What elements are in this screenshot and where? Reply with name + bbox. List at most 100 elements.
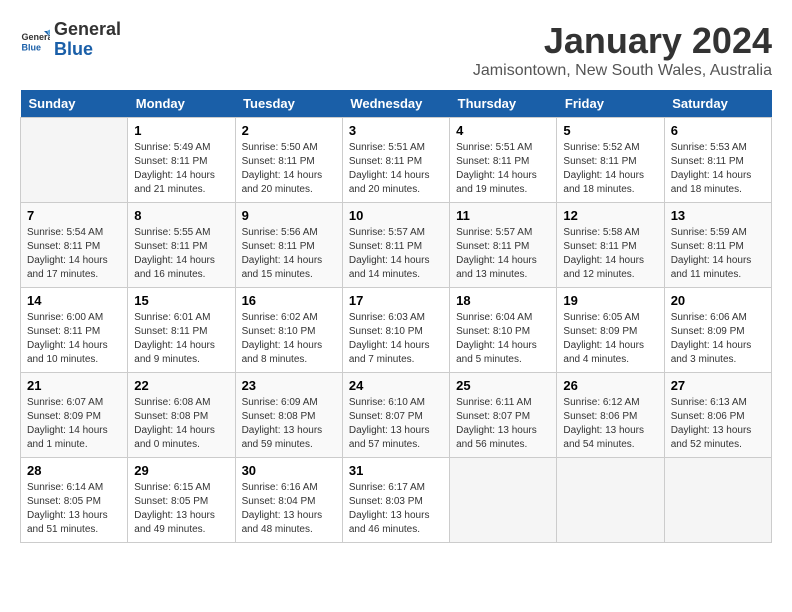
day-number: 8 [134, 208, 228, 223]
day-of-week-header: Thursday [450, 90, 557, 118]
calendar-body: 1Sunrise: 5:49 AM Sunset: 8:11 PM Daylig… [21, 118, 772, 543]
day-number: 9 [242, 208, 336, 223]
day-info: Sunrise: 6:06 AM Sunset: 8:09 PM Dayligh… [671, 311, 765, 367]
calendar-day-cell: 18 Sunrise: 6:04 AM Sunset: 8:10 PM Dayli… [450, 288, 557, 373]
svg-text:General: General [22, 32, 51, 42]
day-number: 14 [27, 293, 121, 308]
day-info: Sunrise: 5:54 AM Sunset: 8:11 PM Dayligh… [27, 226, 121, 282]
calendar-day-cell: 24 Sunrise: 6:10 AM Sunset: 8:07 PM Dayli… [342, 373, 449, 458]
day-info: Sunrise: 6:04 AM Sunset: 8:10 PM Dayligh… [456, 311, 550, 367]
calendar-day-cell: 30Sunrise: 6:16 AM Sunset: 8:04 PM Dayli… [235, 458, 342, 543]
day-number: 18 [456, 293, 550, 308]
day-number: 22 [134, 378, 228, 393]
calendar-day-cell: 14Sunrise: 6:00 AM Sunset: 8:11 PM Dayli… [21, 288, 128, 373]
day-number: 4 [456, 123, 550, 138]
day-info: Sunrise: 6:13 AM Sunset: 8:06 PM Dayligh… [671, 396, 765, 452]
calendar-day-cell: 3Sunrise: 5:51 AM Sunset: 8:11 PM Daylig… [342, 118, 449, 203]
day-number: 11 [456, 208, 550, 223]
day-number: 28 [27, 463, 121, 478]
calendar-day-cell: 19 Sunrise: 6:05 AM Sunset: 8:09 PM Dayli… [557, 288, 664, 373]
calendar-day-cell: 16 Sunrise: 6:02 AM Sunset: 8:10 PM Dayli… [235, 288, 342, 373]
title-section: January 2024 Jamisontown, New South Wale… [473, 20, 772, 80]
day-number: 16 [242, 293, 336, 308]
day-info: Sunrise: 5:56 AM Sunset: 8:11 PM Dayligh… [242, 226, 336, 282]
day-info: Sunrise: 6:02 AM Sunset: 8:10 PM Dayligh… [242, 311, 336, 367]
day-number: 1 [134, 123, 228, 138]
day-info: Sunrise: 5:57 AM Sunset: 8:11 PM Dayligh… [349, 226, 443, 282]
calendar-week-row: 21 Sunrise: 6:07 AM Sunset: 8:09 PM Dayli… [21, 373, 772, 458]
logo-icon: General Blue [20, 25, 50, 55]
calendar-day-cell: 23Sunrise: 6:09 AM Sunset: 8:08 PM Dayli… [235, 373, 342, 458]
day-number: 19 [563, 293, 657, 308]
day-info: Sunrise: 6:07 AM Sunset: 8:09 PM Dayligh… [27, 396, 121, 452]
day-info: Sunrise: 6:01 AM Sunset: 8:11 PM Dayligh… [134, 311, 228, 367]
calendar-day-cell: 20Sunrise: 6:06 AM Sunset: 8:09 PM Dayli… [664, 288, 771, 373]
svg-text:Blue: Blue [22, 42, 42, 52]
calendar-week-row: 14Sunrise: 6:00 AM Sunset: 8:11 PM Dayli… [21, 288, 772, 373]
calendar-day-cell: 6 Sunrise: 5:53 AM Sunset: 8:11 PM Daylig… [664, 118, 771, 203]
calendar-day-cell: 7 Sunrise: 5:54 AM Sunset: 8:11 PM Daylig… [21, 203, 128, 288]
day-number: 24 [349, 378, 443, 393]
day-info: Sunrise: 6:08 AM Sunset: 8:08 PM Dayligh… [134, 396, 228, 452]
calendar-week-row: 28Sunrise: 6:14 AM Sunset: 8:05 PM Dayli… [21, 458, 772, 543]
calendar-day-cell: 13 Sunrise: 5:59 AM Sunset: 8:11 PM Dayli… [664, 203, 771, 288]
calendar-day-cell: 1Sunrise: 5:49 AM Sunset: 8:11 PM Daylig… [128, 118, 235, 203]
day-number: 13 [671, 208, 765, 223]
calendar-day-cell [450, 458, 557, 543]
day-number: 7 [27, 208, 121, 223]
day-number: 2 [242, 123, 336, 138]
day-info: Sunrise: 5:53 AM Sunset: 8:11 PM Dayligh… [671, 141, 765, 197]
calendar-day-cell: 22 Sunrise: 6:08 AM Sunset: 8:08 PM Dayli… [128, 373, 235, 458]
calendar-day-cell: 28Sunrise: 6:14 AM Sunset: 8:05 PM Dayli… [21, 458, 128, 543]
calendar-day-cell: 2 Sunrise: 5:50 AM Sunset: 8:11 PM Daylig… [235, 118, 342, 203]
day-info: Sunrise: 6:05 AM Sunset: 8:09 PM Dayligh… [563, 311, 657, 367]
day-number: 12 [563, 208, 657, 223]
day-number: 15 [134, 293, 228, 308]
day-info: Sunrise: 5:50 AM Sunset: 8:11 PM Dayligh… [242, 141, 336, 197]
day-number: 27 [671, 378, 765, 393]
calendar-day-cell: 29 Sunrise: 6:15 AM Sunset: 8:05 PM Dayli… [128, 458, 235, 543]
day-info: Sunrise: 6:11 AM Sunset: 8:07 PM Dayligh… [456, 396, 550, 452]
calendar-subtitle: Jamisontown, New South Wales, Australia [473, 62, 772, 80]
calendar-title: January 2024 [473, 20, 772, 62]
calendar-day-cell: 4 Sunrise: 5:51 AM Sunset: 8:11 PM Daylig… [450, 118, 557, 203]
calendar-day-cell: 25Sunrise: 6:11 AM Sunset: 8:07 PM Dayli… [450, 373, 557, 458]
calendar-table: SundayMondayTuesdayWednesdayThursdayFrid… [20, 90, 772, 543]
day-of-week-header: Monday [128, 90, 235, 118]
day-number: 29 [134, 463, 228, 478]
day-number: 30 [242, 463, 336, 478]
day-number: 5 [563, 123, 657, 138]
calendar-day-cell: 9 Sunrise: 5:56 AM Sunset: 8:11 PM Daylig… [235, 203, 342, 288]
day-number: 26 [563, 378, 657, 393]
calendar-day-cell: 27 Sunrise: 6:13 AM Sunset: 8:06 PM Dayli… [664, 373, 771, 458]
day-number: 10 [349, 208, 443, 223]
calendar-day-cell: 8 Sunrise: 5:55 AM Sunset: 8:11 PM Daylig… [128, 203, 235, 288]
day-of-week-header: Sunday [21, 90, 128, 118]
day-info: Sunrise: 6:10 AM Sunset: 8:07 PM Dayligh… [349, 396, 443, 452]
calendar-day-cell: 21 Sunrise: 6:07 AM Sunset: 8:09 PM Dayli… [21, 373, 128, 458]
day-info: Sunrise: 6:12 AM Sunset: 8:06 PM Dayligh… [563, 396, 657, 452]
day-number: 31 [349, 463, 443, 478]
calendar-day-cell: 10 Sunrise: 5:57 AM Sunset: 8:11 PM Dayli… [342, 203, 449, 288]
day-number: 3 [349, 123, 443, 138]
calendar-day-cell: 26 Sunrise: 6:12 AM Sunset: 8:06 PM Dayli… [557, 373, 664, 458]
calendar-week-row: 7 Sunrise: 5:54 AM Sunset: 8:11 PM Daylig… [21, 203, 772, 288]
day-info: Sunrise: 5:52 AM Sunset: 8:11 PM Dayligh… [563, 141, 657, 197]
day-of-week-header: Wednesday [342, 90, 449, 118]
logo-text: General Blue [54, 20, 121, 60]
calendar-day-cell: 11Sunrise: 5:57 AM Sunset: 8:11 PM Dayli… [450, 203, 557, 288]
day-info: Sunrise: 6:15 AM Sunset: 8:05 PM Dayligh… [134, 481, 228, 537]
calendar-week-row: 1Sunrise: 5:49 AM Sunset: 8:11 PM Daylig… [21, 118, 772, 203]
day-info: Sunrise: 5:51 AM Sunset: 8:11 PM Dayligh… [456, 141, 550, 197]
calendar-day-cell [21, 118, 128, 203]
day-of-week-header: Saturday [664, 90, 771, 118]
calendar-day-cell [664, 458, 771, 543]
day-of-week-header: Friday [557, 90, 664, 118]
day-number: 21 [27, 378, 121, 393]
day-info: Sunrise: 5:55 AM Sunset: 8:11 PM Dayligh… [134, 226, 228, 282]
day-info: Sunrise: 5:59 AM Sunset: 8:11 PM Dayligh… [671, 226, 765, 282]
calendar-day-cell: 17Sunrise: 6:03 AM Sunset: 8:10 PM Dayli… [342, 288, 449, 373]
calendar-header-row: SundayMondayTuesdayWednesdayThursdayFrid… [21, 90, 772, 118]
day-number: 6 [671, 123, 765, 138]
day-of-week-header: Tuesday [235, 90, 342, 118]
